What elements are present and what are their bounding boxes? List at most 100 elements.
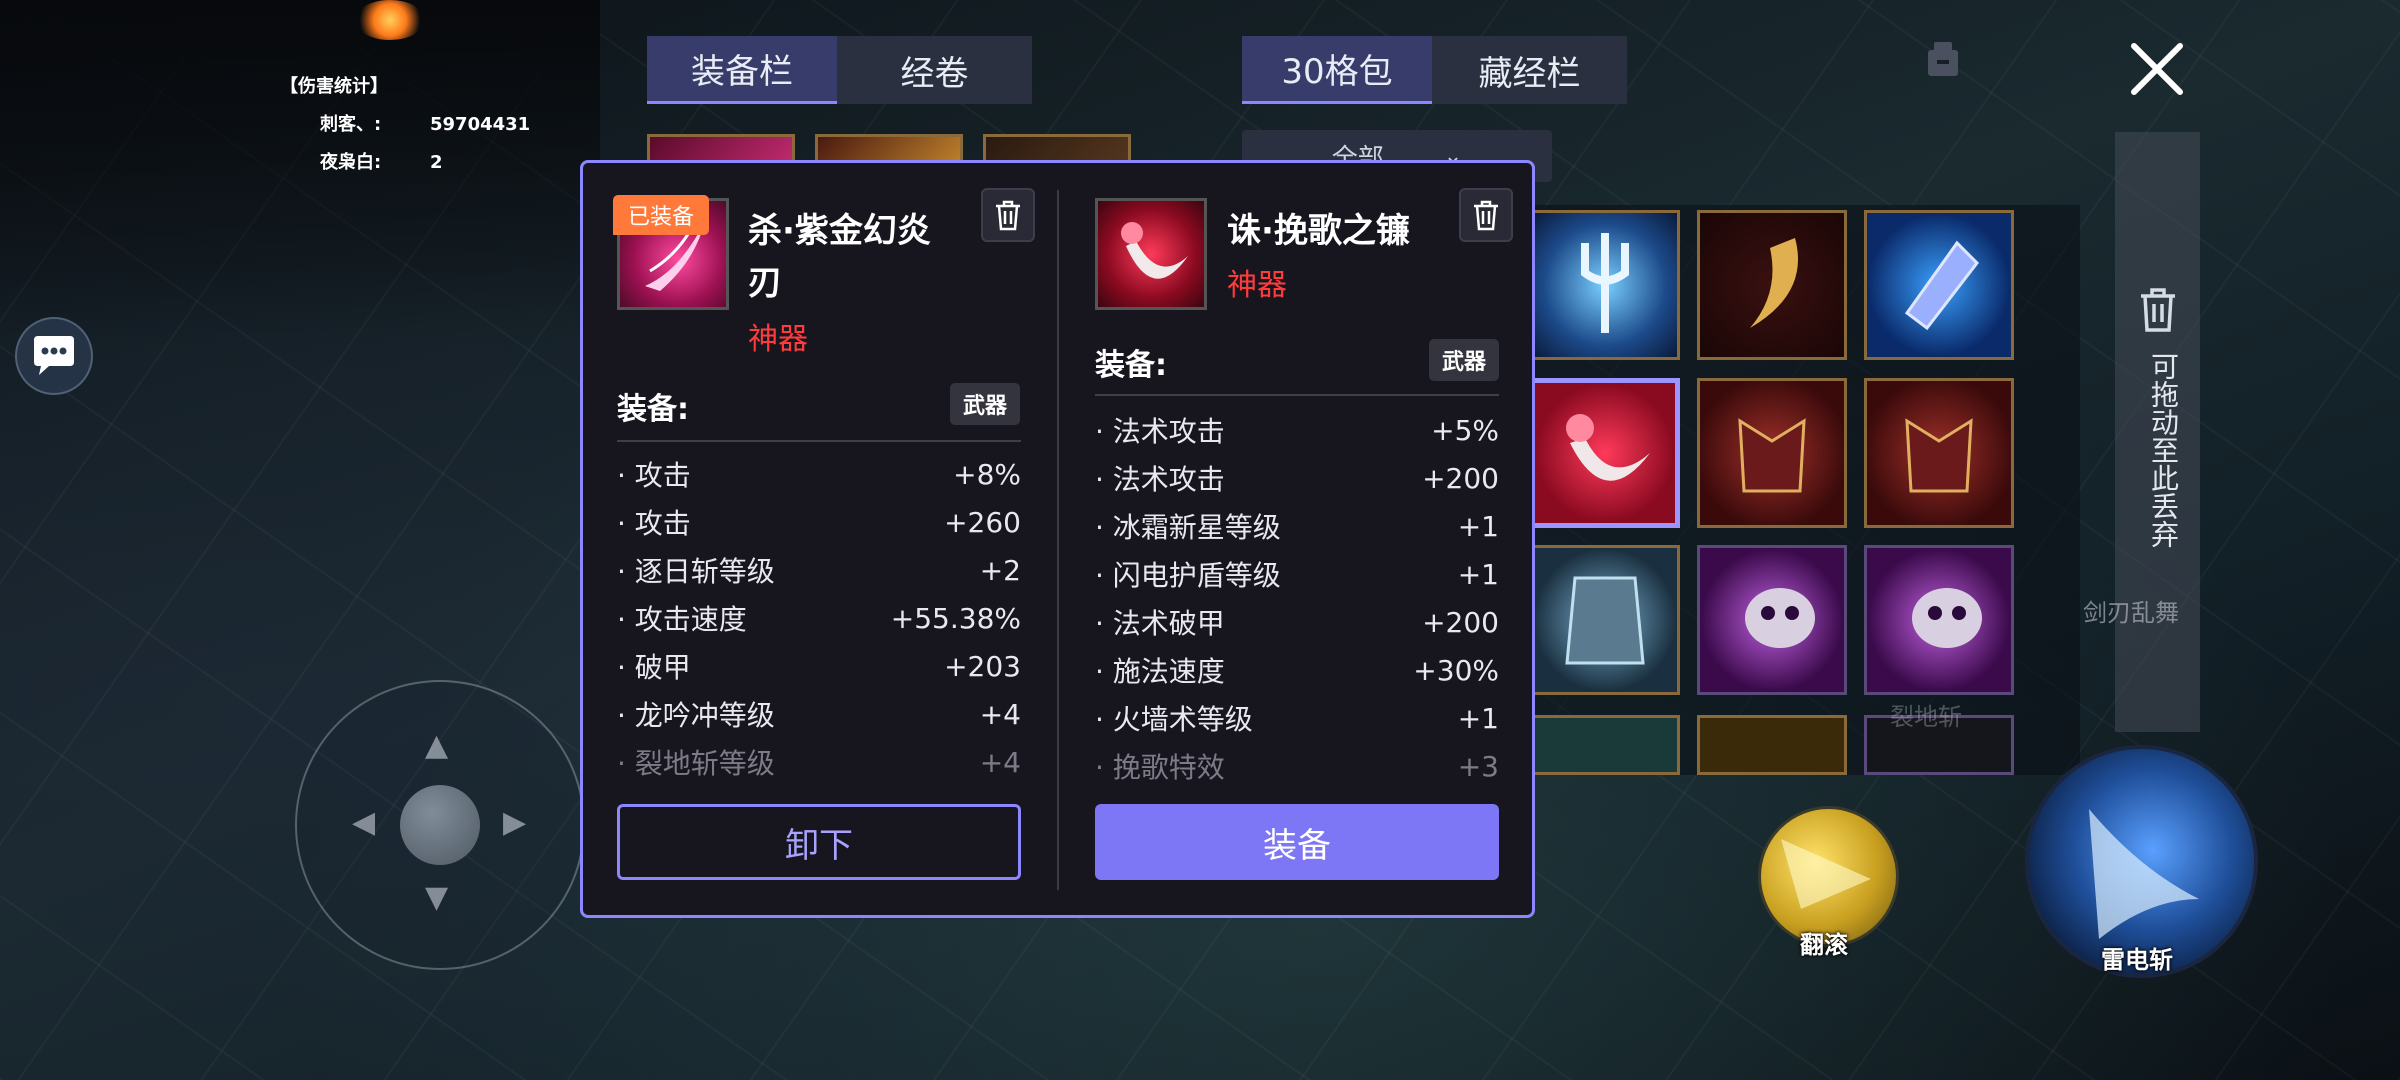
damage-stats-name: 刺客、: [320,114,382,135]
trash-icon [996,200,1020,231]
attribute-row: · 施法速度 +30% [1095,646,1499,694]
attribute-name: · 法术攻击 [1095,463,1225,496]
damage-stats-row: 刺客、: 59704431 [280,106,530,144]
attribute-row: · 法术攻击 +200 [1095,454,1499,502]
attribute-name: · 闪电护盾等级 [1095,559,1281,592]
attribute-name: · 破甲 [617,651,691,684]
new-item-separator [1095,394,1499,396]
attribute-row: · 法术攻击 +5% [1095,406,1499,454]
attribute-value: +1 [1457,509,1499,543]
bag-slot[interactable] [1530,715,1680,775]
attribute-name: · 法术攻击 [1095,415,1225,448]
trash-icon [1474,200,1498,231]
joystick-down-arrow-icon: ▼ [425,880,449,915]
attribute-value: +200 [1422,605,1499,639]
skull-item-icon [1912,588,1982,648]
joystick-right-arrow-icon: ▶ [503,805,527,840]
damage-stats-panel: 【伤害统计】 刺客、: 59704431 夜枭白: 2 [280,68,530,182]
storage-icon[interactable] [1925,40,1961,78]
attribute-row: · 攻击 +8% [617,450,1021,498]
attribute-name: · 逐日斩等级 [617,555,775,588]
unequip-button[interactable]: 卸下 [617,804,1021,880]
delete-equipped-button[interactable] [981,188,1035,242]
attribute-name: · 挽歌特效 [1095,751,1225,784]
equipped-slot-type: 武器 [950,383,1020,425]
crystal-item-icon [1904,240,1979,331]
attribute-row: · 逐日斩等级 +2 [617,546,1021,594]
bag-slot[interactable] [1864,378,2014,528]
trident-item-icon [1581,233,1629,333]
compare-divider [1057,190,1059,890]
attribute-value: +55.38% [890,601,1021,635]
damage-stats-value: 59704431 [430,114,531,135]
bag-slot[interactable] [1697,378,1847,528]
close-icon[interactable] [2128,40,2186,98]
attribute-value: +3 [1457,749,1499,783]
chat-bubble-icon [34,336,74,375]
scythe-icon [1121,222,1188,279]
attribute-row: · 攻击 +260 [617,498,1021,546]
thunder-slash-skill-label: 雷电斩 [2101,946,2173,974]
scythe-item-icon [1566,414,1650,481]
equipped-item-name-line1: 杀·紫金幻炎 [748,211,931,251]
attribute-value: +4 [979,697,1021,731]
bag-slot[interactable] [1697,210,1847,360]
bag-slot[interactable] [1530,545,1680,695]
ice-armor-item-icon [1565,576,1645,665]
attribute-row: · 闪电护盾等级 +1 [1095,550,1499,598]
new-item-rarity: 神器 [1227,268,1287,303]
delete-new-item-button[interactable] [1459,188,1513,242]
new-item-name: 诛·挽歌之镰 [1227,211,1410,251]
new-item-icon [1095,198,1207,310]
tab-30-slot-bag[interactable]: 30格包 [1242,36,1432,104]
chat-button[interactable] [15,317,93,395]
equipped-badge: 已装备 [613,195,709,235]
joystick-knob[interactable] [400,785,480,865]
roll-skill-icon [1781,839,1871,909]
equip-button[interactable]: 装备 [1095,804,1499,880]
damage-stats-name: 夜枭白: [320,152,382,173]
fang-item-icon [1750,238,1798,328]
equipped-item-name: 杀·紫金幻炎 刃 [748,205,931,309]
attribute-row: · 火墙术等级 +1 [1095,694,1499,742]
bag-slot[interactable] [1697,545,1847,695]
joystick-left-arrow-icon: ◀ [352,805,376,840]
attribute-value: +1 [1457,557,1499,591]
attribute-name: · 法术破甲 [1095,607,1225,640]
tab-scriptures[interactable]: 经卷 [837,36,1032,104]
bag-tabs: 30格包 藏经栏 [1242,36,1627,104]
attribute-row: · 攻击速度 +55.38% [617,594,1021,642]
bag-slot[interactable] [1530,210,1680,360]
demon-armor-item-icon [1905,418,1973,493]
attribute-name: · 施法速度 [1095,655,1225,688]
torch-flame [355,0,425,40]
trash-icon [2141,288,2175,332]
attribute-value: +1 [1457,701,1499,735]
attribute-value: +260 [944,505,1021,539]
attribute-name: · 火墙术等级 [1095,703,1253,736]
equipped-slot-label: 装备: [617,392,689,427]
attribute-row: · 冰霜新星等级 +1 [1095,502,1499,550]
attribute-value: +30% [1413,653,1499,687]
damage-stats-row: 夜枭白: 2 [280,144,530,182]
discard-zone-label: 可拖动至此丢弃 [2147,352,2180,548]
demon-armor-item-icon [1738,418,1806,493]
bag-slot[interactable] [1864,210,2014,360]
tab-scripture-storage[interactable]: 藏经栏 [1432,36,1627,104]
bag-slot-selected[interactable] [1530,378,1680,528]
attribute-name: · 裂地斩等级 [617,747,775,780]
attribute-value: +5% [1431,413,1499,447]
new-item-slot-label: 装备: [1095,348,1167,383]
background-skill-text: 裂地斩 [1890,703,1962,731]
roll-skill-label: 翻滚 [1800,931,1848,959]
discard-drop-zone[interactable]: 可拖动至此丢弃 [2115,132,2200,732]
attribute-value: +4 [979,745,1021,779]
attribute-name: · 攻击 [617,459,691,492]
bag-slot[interactable] [1697,715,1847,775]
bag-slot[interactable] [1864,545,2014,695]
equipped-item-rarity: 神器 [748,322,808,357]
new-item-slot-type: 武器 [1429,339,1499,381]
attribute-row: · 法术破甲 +200 [1095,598,1499,646]
equipment-tabs: 装备栏 经卷 [647,36,1032,104]
tab-equipment[interactable]: 装备栏 [647,36,837,104]
